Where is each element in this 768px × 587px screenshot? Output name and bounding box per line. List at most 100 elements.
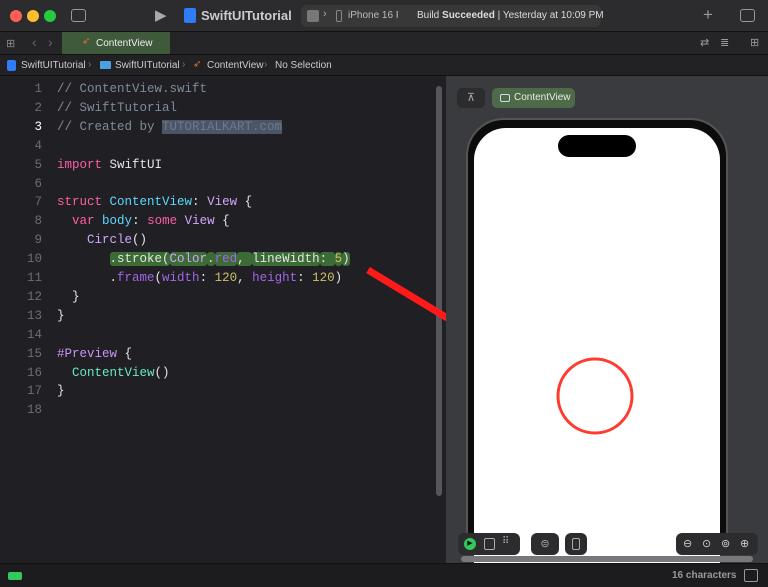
code-token: width [162,271,200,285]
code-token: height [252,271,298,285]
code-line[interactable]: ContentView() [57,366,170,380]
code-editor[interactable]: 1 // ContentView.swift 2 // SwiftTutorial 3 /… [0,76,446,563]
tab-label: ContentView [96,38,153,49]
debug-area-toggle-icon[interactable] [744,569,758,582]
swap-icon[interactable]: ⇄ [700,36,709,49]
code-token: ) [342,252,350,267]
app-icon [184,8,196,23]
breadcrumb-project[interactable]: SwiftUITutorial [21,60,86,71]
line-number: 11 [26,271,42,285]
forward-icon[interactable]: › [48,34,53,50]
code-line[interactable]: // Created by TUTORIALKART.com [57,119,283,134]
sidebar-toggle-icon[interactable] [71,9,86,22]
line-number: 1 [34,82,42,96]
pin-icon[interactable]: ⊼ [457,88,485,108]
folder-icon [100,61,111,69]
code-line[interactable]: .frame(width: 120, height: 120) [57,271,343,285]
code-token: body [102,214,133,229]
chevron-right-icon: › [182,59,186,70]
line-number: 4 [34,138,42,153]
preview-chip-label: ContentView [514,92,571,103]
code-line[interactable]: } [57,290,80,304]
code-token: ) [334,271,343,285]
code-token: : [192,195,208,210]
code-token: 120 [214,271,238,285]
editor-options-icon[interactable]: ≣ [720,36,729,49]
code-token: , [237,271,253,285]
character-count: 16 characters [672,570,737,581]
line-number: 2 [34,100,42,115]
close-window-button[interactable] [10,10,22,22]
breadcrumb-selection[interactable]: No Selection [275,60,332,71]
tab-bar: ⊞ ‹ › ➶ ContentView ⇄ ≣ ⊞ [0,32,768,55]
code-token: : [297,271,313,285]
code-line[interactable]: struct ContentView: View { [57,195,252,209]
code-line[interactable]: } [57,309,65,323]
zoom-100-icon[interactable]: ⊙ [702,533,711,555]
code-line[interactable]: // SwiftTutorial [57,101,177,115]
code-token: () [132,233,148,248]
code-token: lineWidth [252,252,320,267]
dynamic-island [558,135,636,157]
live-play-icon[interactable]: ▶ [464,538,476,550]
zoom-out-icon[interactable]: ⊖ [683,533,692,555]
code-token: , [237,252,253,267]
code-line[interactable]: } [57,384,65,398]
code-token: } [57,308,65,323]
zoom-fit-icon[interactable]: ⊚ [721,533,730,555]
editor-scrollbar[interactable] [436,86,442,496]
code-token: Color [169,252,208,267]
code-line[interactable]: #Preview { [57,347,132,361]
add-icon[interactable]: + [703,5,713,25]
activity-view[interactable]: › iPhone 16 Pr Build Succeeded | Yesterd… [301,5,604,27]
run-icon[interactable]: ▶ [155,6,167,24]
inspector-toggle-icon[interactable] [740,9,755,22]
code-token: 120 [312,271,335,285]
line-number: 16 [26,365,42,380]
minimize-window-button[interactable] [27,10,39,22]
zoom-window-button[interactable] [44,10,56,22]
variants-icon[interactable]: ⠿ [502,536,509,547]
line-number: 12 [26,289,42,304]
breadcrumb-file[interactable]: ContentView [207,60,264,71]
code-token: . [207,252,215,267]
code-token: . [57,271,118,285]
line-number: 5 [34,157,42,172]
scheme-icon[interactable] [307,10,319,22]
code-line[interactable]: var body: some View { [57,214,230,228]
line-number: 8 [34,214,42,229]
code-line[interactable]: // ContentView.swift [57,82,207,96]
device-name[interactable]: iPhone 16 Pr [348,10,398,21]
tab-contentview[interactable]: ➶ ContentView [62,32,170,54]
device-settings-icon[interactable]: ⊜ [531,533,559,555]
zoom-in-icon[interactable]: ⊕ [740,533,749,555]
build-prefix: Build [417,10,440,21]
code-token: // SwiftTutorial [57,100,178,115]
preview-chip[interactable]: ContentView [492,88,575,108]
selectable-icon[interactable] [484,538,495,550]
zoom-controls: ⊖ ⊙ ⊚ ⊕ [676,533,758,555]
code-line[interactable]: Circle() [57,233,147,247]
back-icon[interactable]: ‹ [32,34,37,50]
chevron-right-icon: › [88,59,92,70]
project-name[interactable]: SwiftUITutorial [201,8,292,23]
code-line[interactable]: .stroke(Color.red, lineWidth: 5) [57,252,350,267]
code-token: struct [57,195,103,210]
line-number: 9 [34,233,42,248]
device-icon[interactable] [565,533,587,555]
grid-icon[interactable]: ⊞ [6,37,15,50]
build-status: Build Succeeded | Yesterday at 10:09 PM [417,10,604,21]
code-line[interactable]: import SwiftUI [57,158,162,172]
code-token: TUTORIALKART.com [162,119,283,134]
breadcrumb-folder[interactable]: SwiftUITutorial [115,60,180,71]
code-token: () [154,365,170,380]
preview-scrollbar[interactable] [461,556,753,562]
preview-icon [500,94,510,102]
add-editor-icon[interactable]: ⊞ [750,36,759,49]
battery-indicator-icon [8,572,22,580]
code-token: { [237,195,253,210]
